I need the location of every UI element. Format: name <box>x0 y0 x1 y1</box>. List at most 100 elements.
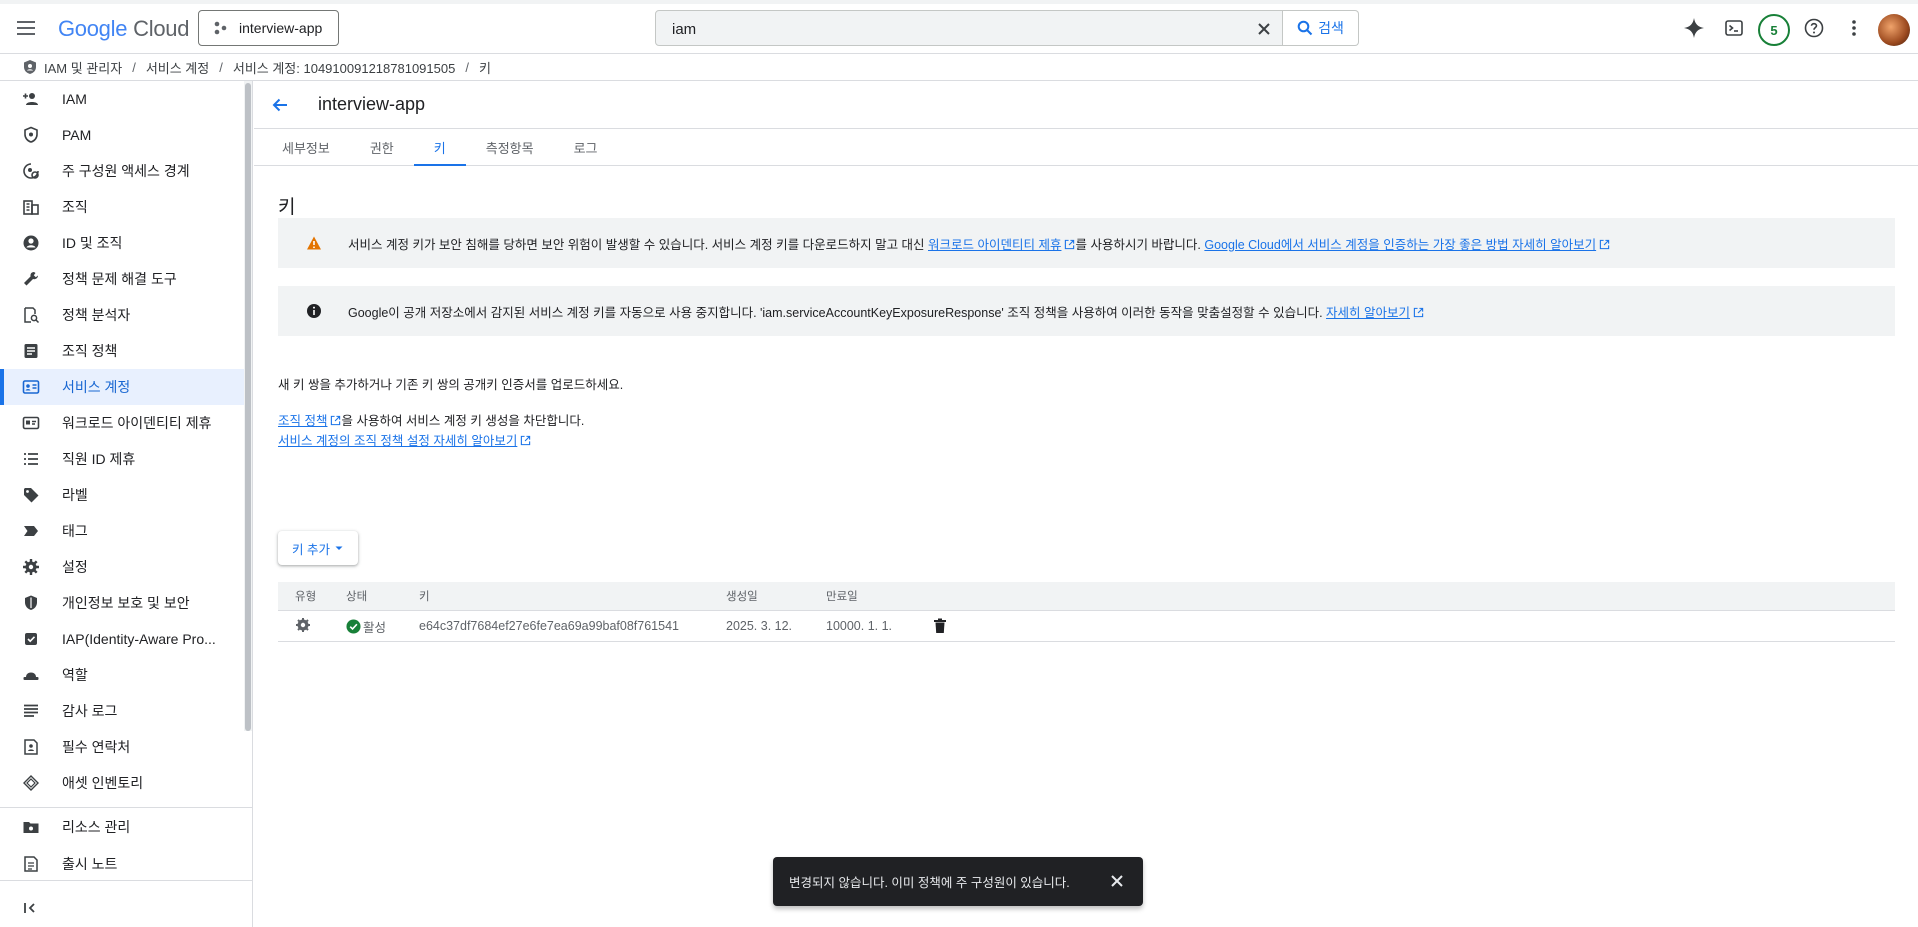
breadcrumb: IAM 및 관리자 / 서비스 계정 / 서비스 계정: 10491009121… <box>0 54 1918 81</box>
user-avatar[interactable] <box>1878 14 1910 46</box>
sidebar-item-service-accounts[interactable]: 서비스 계정 <box>0 369 244 405</box>
shield-lock-icon <box>22 126 40 144</box>
sidebar-item-privacy-security[interactable]: 개인정보 보호 및 보안 <box>0 585 244 621</box>
google-cloud-logo[interactable]: Google Cloud <box>58 16 189 42</box>
sidebar-item-settings[interactable]: 설정 <box>0 549 244 585</box>
sidebar-item-iam[interactable]: IAM <box>0 81 244 117</box>
search-input[interactable] <box>672 18 1232 40</box>
check-circle-icon <box>346 618 361 634</box>
sidebar-item-iap[interactable]: IAP(Identity-Aware Pro... <box>0 621 244 657</box>
key-created-date: 2025. 3. 12. <box>726 619 793 633</box>
sidebar-item-policy-troubleshooter[interactable]: 정책 문제 해결 도구 <box>0 261 244 297</box>
notifications-badge[interactable]: 5 <box>1758 14 1790 46</box>
dropdown-arrow-icon <box>335 546 343 550</box>
iap-icon <box>22 630 40 648</box>
page-title: interview-app <box>318 94 426 114</box>
shield-icon <box>22 594 40 612</box>
external-link-icon <box>1413 307 1424 317</box>
external-link-icon <box>331 415 341 426</box>
cloud-shell-terminal-icon[interactable] <box>1722 16 1746 40</box>
sidebar-item-asset-inventory[interactable]: 애셋 인벤토리 <box>0 765 244 801</box>
sidebar-item-identity-organization[interactable]: ID 및 조직 <box>0 225 244 261</box>
collapse-sidebar-icon[interactable] <box>20 896 44 920</box>
table-header: 유형 상태 키 생성일 만료일 <box>278 582 1895 611</box>
tab-metrics[interactable]: 측정항목 <box>466 129 554 165</box>
sidebar-item-org-policies[interactable]: 조직 정책 <box>0 333 244 369</box>
sidebar-item-roles[interactable]: 역할 <box>0 657 244 693</box>
breadcrumb-item-service-accounts[interactable]: 서비스 계정 <box>146 58 209 77</box>
sidebar-item-label: IAP(Identity-Aware Pro... <box>62 631 216 647</box>
sidebar-item-label: ID 및 조직 <box>62 235 123 251</box>
sidebar-item-label: 애셋 인벤토리 <box>62 775 144 791</box>
table-row: 활성 e64c37df7684ef27e6fe7ea69a99baf08f761… <box>278 611 1895 642</box>
external-link-icon <box>1065 239 1075 249</box>
column-header-expiry: 만료일 <box>826 591 858 603</box>
iam-shield-icon <box>24 60 36 74</box>
sidebar-item-label: 조직 <box>62 199 88 215</box>
search-button[interactable]: 검색 <box>1283 10 1359 46</box>
sidebar-item-organizations[interactable]: 조직 <box>0 189 244 225</box>
org-policy-learn-more-link[interactable]: 서비스 계정의 조직 정책 설정 자세히 알아보기 <box>278 434 517 448</box>
org-policy-link[interactable]: 조직 정책 <box>278 414 327 428</box>
tab-permissions[interactable]: 권한 <box>350 129 414 165</box>
sidebar-divider <box>0 880 252 881</box>
gemini-sparkle-icon[interactable] <box>1682 16 1706 40</box>
key-expiry-date: 10000. 1. 1. <box>826 619 893 633</box>
key-status-cell: 활성 <box>346 617 419 636</box>
release-notes-icon <box>22 855 40 873</box>
gear-icon <box>22 558 40 576</box>
sidebar-item-label: PAM <box>62 127 92 143</box>
sidebar-item-release-notes[interactable]: 출시 노트 <box>0 845 252 882</box>
workload-identity-federation-link[interactable]: 워크로드 아이덴티티 제휴 <box>928 238 1061 252</box>
sidebar-item-label: 직원 ID 제휴 <box>62 451 136 467</box>
breadcrumb-item-service-account[interactable]: 서비스 계정: 104910091218781091505 <box>233 58 455 77</box>
sidebar-item-label: 출시 노트 <box>62 855 118 872</box>
service-account-auth-best-practices-link[interactable]: Google Cloud에서 서비스 계정을 인증하는 가장 좋은 방법 자세히… <box>1204 238 1596 252</box>
add-key-button[interactable]: 키 추가 <box>278 531 358 565</box>
list-icon <box>22 450 40 468</box>
breadcrumb-item-keys: 키 <box>478 60 491 76</box>
keys-table: 유형 상태 키 생성일 만료일 활성 e64c37df7684ef27e6fe7… <box>278 582 1895 642</box>
back-arrow-icon[interactable] <box>270 95 290 115</box>
project-picker-button[interactable]: interview-app <box>198 10 339 46</box>
learn-more-link[interactable]: 자세히 알아보기 <box>1326 306 1410 320</box>
key-status: 활성 <box>363 620 387 635</box>
sidebar-bottom-section: 리소스 관리 출시 노트 <box>0 807 252 882</box>
service-account-icon <box>22 378 40 396</box>
sidebar-item-audit-logs[interactable]: 감사 로그 <box>0 693 244 729</box>
wrench-icon <box>22 270 40 288</box>
sidebar-scrollbar-thumb[interactable] <box>245 83 251 731</box>
search-button-label: 검색 <box>1318 20 1344 36</box>
delete-trash-icon[interactable] <box>933 618 947 634</box>
sidebar-item-label: 설정 <box>62 559 88 575</box>
sidebar-item-pam[interactable]: PAM <box>0 117 244 153</box>
building-icon <box>22 198 40 216</box>
tab-keys[interactable]: 키 <box>413 129 466 166</box>
tab-logs[interactable]: 로그 <box>554 129 618 165</box>
more-vert-icon[interactable] <box>1842 16 1866 40</box>
column-header-status: 상태 <box>346 591 368 603</box>
sidebar-item-workforce-identity-federation[interactable]: 직원 ID 제휴 <box>0 441 244 477</box>
sidebar-item-manage-resources[interactable]: 리소스 관리 <box>0 808 252 845</box>
hamburger-menu-icon[interactable] <box>14 16 38 40</box>
snackbar-close-icon[interactable] <box>1109 873 1125 889</box>
sidebar-item-labels[interactable]: 라벨 <box>0 477 244 513</box>
tag-icon <box>22 522 40 540</box>
sidebar-item-tags[interactable]: 태그 <box>0 513 244 549</box>
sidebar-item-principal-access-boundary[interactable]: 주 구성원 액세스 경계 <box>0 153 244 189</box>
help-icon[interactable] <box>1802 16 1826 40</box>
add-key-pair-description: 새 키 쌍을 추가하거나 기존 키 쌍의 공개키 인증서를 업로드하세요. <box>278 378 624 392</box>
breadcrumb-item-iam-admin[interactable]: IAM 및 관리자 <box>44 58 122 77</box>
sidebar-item-label: 감사 로그 <box>62 703 118 719</box>
access-boundary-icon <box>22 162 40 180</box>
project-name: interview-app <box>239 20 323 36</box>
warning-banner: 서비스 계정 키가 보안 침해를 당하면 보안 위험이 발생할 수 있습니다. … <box>278 218 1895 268</box>
close-icon[interactable] <box>1254 19 1274 39</box>
tab-details[interactable]: 세부정보 <box>262 129 350 165</box>
sidebar-item-workload-identity-federation[interactable]: 워크로드 아이덴티티 제휴 <box>0 405 244 441</box>
sidebar-item-policy-analyzer[interactable]: 정책 분석자 <box>0 297 244 333</box>
breadcrumb-separator: / <box>219 59 223 75</box>
section-title: 키 <box>278 197 296 218</box>
sidebar-item-essential-contacts[interactable]: 필수 연락처 <box>0 729 244 765</box>
sidebar-scrollbar[interactable] <box>244 81 252 731</box>
